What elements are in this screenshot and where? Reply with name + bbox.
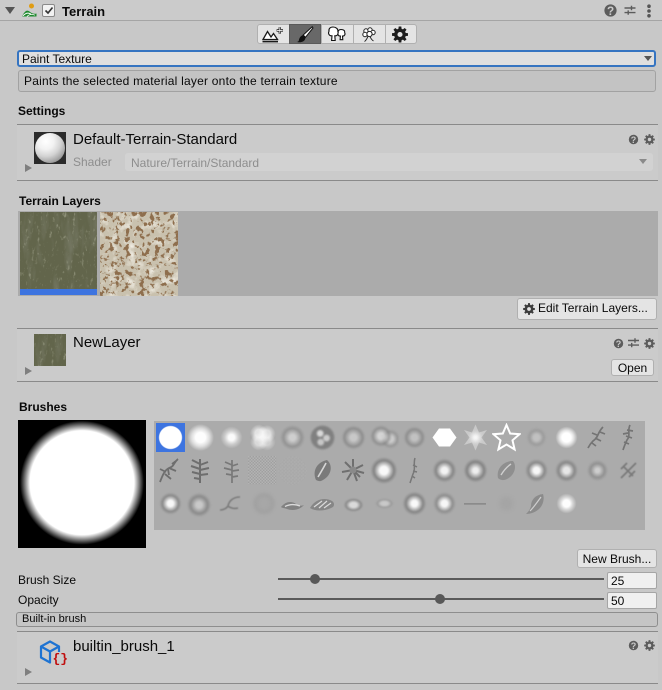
svg-text:{}: {} bbox=[53, 652, 68, 667]
